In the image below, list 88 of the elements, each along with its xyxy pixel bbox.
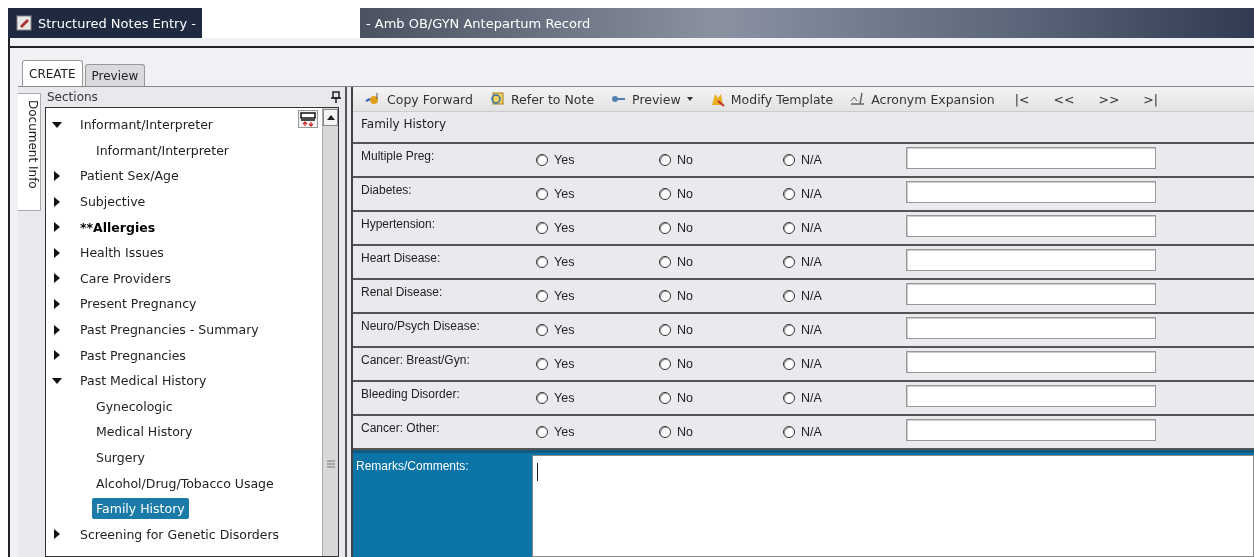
radio-option[interactable]: N/A [783, 144, 906, 167]
radio-option[interactable]: Yes [536, 246, 659, 269]
radio-option[interactable]: Yes [536, 382, 659, 405]
toolbar-button[interactable]: Refer to Note [482, 91, 601, 107]
tree-item[interactable]: Patient Sex/Age [76, 165, 183, 187]
radio-option[interactable]: No [659, 246, 783, 269]
nav-button[interactable]: >| [1133, 91, 1169, 107]
tree-item[interactable]: Care Providers [76, 267, 175, 289]
tree-item[interactable]: Gynecologic [92, 395, 177, 417]
radio-option[interactable]: N/A [783, 178, 906, 201]
tab[interactable]: Preview [84, 64, 146, 86]
comments-field[interactable] [532, 455, 1254, 557]
notepad-icon [16, 15, 32, 31]
tree-item[interactable]: Health Issues [76, 242, 168, 264]
input-field[interactable] [906, 249, 1156, 271]
input-field[interactable] [906, 351, 1156, 373]
radio-option[interactable]: Yes [536, 144, 659, 167]
radio-option[interactable]: N/A [783, 280, 906, 303]
tree-item[interactable]: **Allergies [76, 216, 160, 238]
tree-item[interactable]: Screening for Genetic Disorders [76, 523, 284, 545]
radio-option[interactable]: Yes [536, 314, 659, 337]
radio-option[interactable]: Yes [536, 212, 659, 235]
tree-item[interactable]: Present Pregnancy [76, 293, 201, 315]
text-cursor [537, 463, 538, 481]
radio-option[interactable]: No [659, 314, 783, 337]
field-label: Renal Disease: [361, 284, 444, 299]
nav-button[interactable]: |< [1004, 91, 1040, 107]
tree-item[interactable]: Past Pregnancies [76, 344, 190, 366]
radio-option[interactable]: N/A [783, 246, 906, 269]
input-field[interactable] [906, 419, 1156, 441]
toolbar-button[interactable]: Acronym Expansion [843, 91, 1001, 107]
input-field[interactable] [906, 147, 1156, 169]
form-title: Family History [353, 112, 1254, 144]
side-tab[interactable]: Document Info [18, 93, 41, 211]
input-field[interactable] [906, 215, 1156, 237]
radio-option[interactable]: Yes [536, 178, 659, 201]
radio-option[interactable]: Yes [536, 280, 659, 303]
tree-item[interactable]: Alcohol/Drug/Tobacco Usage [92, 472, 278, 494]
field-label: Neuro/Psych Disease: [361, 318, 481, 333]
input-field[interactable] [906, 283, 1156, 305]
radio-option[interactable]: Yes [536, 416, 659, 439]
radio-option[interactable]: N/A [783, 314, 906, 337]
field-label: Heart Disease: [361, 250, 442, 265]
tree-item[interactable]: Family History [92, 498, 189, 520]
input-field[interactable] [906, 385, 1156, 407]
grip-icon [326, 460, 335, 468]
tree-item[interactable]: Medical History [92, 421, 197, 443]
radio-option[interactable]: N/A [783, 416, 906, 439]
radio-option[interactable]: No [659, 280, 783, 303]
field-label: Multiple Preg: [361, 148, 436, 163]
radio-option[interactable]: No [659, 382, 783, 405]
scrollbar[interactable] [322, 108, 338, 556]
field-label: Cancer: Other: [361, 420, 441, 435]
toolbar-button[interactable]: Preview [604, 91, 699, 107]
tree-item[interactable]: Surgery [92, 447, 149, 468]
field-label: Cancer: Breast/Gyn: [361, 352, 471, 367]
radio-option[interactable]: No [659, 144, 783, 167]
window-title: Structured Notes Entry - [38, 15, 196, 31]
panel-title: Sections [47, 90, 98, 104]
tree-item[interactable]: Subjective [76, 191, 150, 213]
radio-option[interactable]: N/A [783, 212, 906, 235]
tree-item[interactable]: Past Pregnancies - Summary [76, 319, 263, 341]
pin-icon [331, 91, 341, 103]
up-arrow-icon [326, 115, 335, 120]
radio-option[interactable]: N/A [783, 348, 906, 371]
field-label: Bleeding Disorder: [361, 386, 461, 401]
radio-option[interactable]: No [659, 178, 783, 201]
scroll-up-button[interactable] [323, 109, 338, 126]
field-label: Hypertension: [361, 216, 437, 231]
collapse-expand-icon [298, 110, 318, 128]
window-title: - Amb OB/GYN Antepartum Record [365, 15, 591, 31]
radio-option[interactable]: N/A [783, 382, 906, 405]
field-label: Diabetes: [361, 182, 413, 197]
toolbar-button[interactable]: Copy Forward [359, 91, 479, 107]
nav-button[interactable]: << [1043, 91, 1085, 107]
radio-option[interactable]: Yes [536, 348, 659, 371]
tab[interactable]: CREATE [22, 60, 83, 86]
remarks-label: Remarks/Comments: [355, 458, 470, 475]
tree-item[interactable]: Past Medical History [76, 370, 211, 392]
tree-item[interactable]: Informant/Interpreter [92, 139, 233, 161]
tree-item[interactable]: Informant/Interpreter [76, 114, 217, 136]
nav-button[interactable]: >> [1088, 91, 1130, 107]
input-field[interactable] [906, 181, 1156, 203]
radio-option[interactable]: No [659, 348, 783, 371]
toolbar-button[interactable]: Modify Template [702, 91, 840, 107]
radio-option[interactable]: No [659, 212, 783, 235]
input-field[interactable] [906, 317, 1156, 339]
radio-option[interactable]: No [659, 416, 783, 439]
